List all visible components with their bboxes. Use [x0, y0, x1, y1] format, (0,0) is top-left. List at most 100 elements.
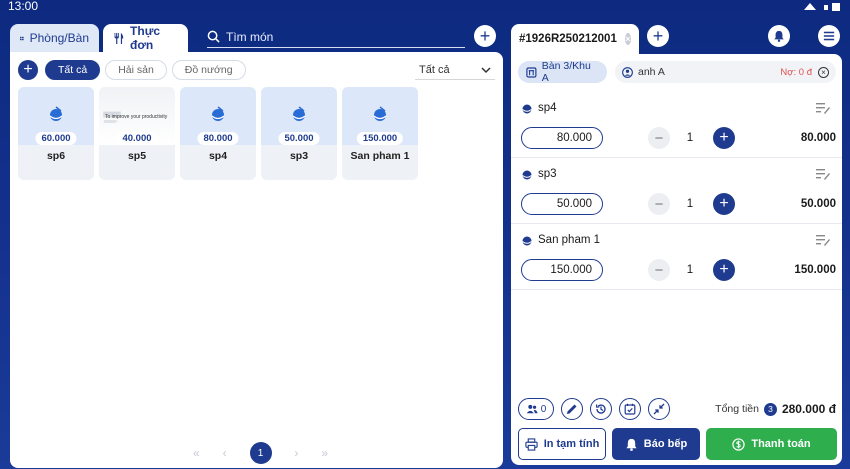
menu-item-card[interactable]: 60.000 sp6: [18, 87, 94, 180]
kitchen-label: Báo bếp: [643, 438, 688, 450]
page-next-button[interactable]: ›: [294, 446, 298, 460]
increase-qty-button[interactable]: +: [713, 193, 735, 215]
tab-menu-label: Thực đơn: [130, 24, 161, 52]
order-actions: In tạm tính Báo bếp Thanh toán: [518, 428, 837, 460]
tab-menu[interactable]: Thực đơn: [103, 24, 188, 52]
bell-icon: [626, 438, 637, 451]
tab-rooms-tables-label: Phòng/Bàn: [29, 31, 89, 45]
search-input[interactable]: Tìm món: [207, 26, 465, 48]
page-first-button[interactable]: «: [193, 446, 200, 460]
item-price: 40.000: [116, 132, 158, 145]
item-count-badge: 3: [763, 402, 777, 416]
increase-qty-button[interactable]: +: [713, 127, 735, 149]
notification-button[interactable]: [768, 25, 790, 47]
line-price-input[interactable]: 50.000: [521, 193, 603, 215]
dish-icon: [522, 170, 532, 180]
clear-customer-icon[interactable]: ×: [818, 66, 829, 78]
table-selector[interactable]: Bàn 3/Khu A: [518, 60, 607, 84]
table-label: Bàn 3/Khu A: [541, 60, 591, 84]
menu-item-card[interactable]: To improve your productivity 40.000 sp5: [99, 87, 175, 180]
pay-label: Thanh toán: [751, 438, 811, 450]
order-panel: Bàn 3/Khu A anh A Nợ: 0 đ × sp4 80.000 −…: [511, 54, 842, 465]
order-line: San pham 1 150.000 − 1 + 150.000: [511, 224, 842, 290]
order-line: sp3 50.000 − 1 + 50.000: [511, 158, 842, 224]
menu-item-card[interactable]: 50.000 sp3: [261, 87, 337, 180]
guest-count-button[interactable]: 0: [518, 398, 554, 420]
tab-rooms-tables[interactable]: Phòng/Bàn: [10, 24, 99, 52]
note-icon[interactable]: [816, 102, 830, 114]
pay-button[interactable]: Thanh toán: [706, 428, 837, 460]
order-line: sp4 80.000 − 1 + 80.000: [511, 92, 842, 158]
printer-icon: [525, 437, 538, 451]
print-provisional-button[interactable]: In tạm tính: [518, 428, 606, 460]
filter-dropdown[interactable]: Tất cả: [415, 60, 495, 80]
line-qty: 1: [686, 132, 694, 144]
history-icon: [595, 404, 606, 414]
menu-item-card[interactable]: 150.000 San pham 1: [342, 87, 418, 180]
note-icon[interactable]: [816, 168, 830, 180]
grid-icon: [20, 36, 24, 40]
menu-panel: + Tất cả Hải sản Đồ nướng Tất cả 60.000 …: [10, 52, 503, 468]
add-item-button[interactable]: +: [18, 60, 38, 80]
category-grill[interactable]: Đồ nướng: [171, 60, 246, 80]
dish-icon: [211, 106, 225, 121]
close-order-icon[interactable]: ×: [624, 33, 631, 45]
dish-icon: [522, 104, 532, 114]
hamburger-icon: [823, 31, 835, 41]
customer-selector[interactable]: anh A Nợ: 0 đ ×: [615, 61, 836, 83]
customer-debt: Nợ: 0 đ: [780, 66, 812, 78]
line-name-row: sp3: [521, 168, 557, 180]
menu-button[interactable]: [818, 25, 840, 47]
user-icon: [622, 66, 633, 78]
page-last-button[interactable]: »: [321, 446, 328, 460]
line-total: 50.000: [800, 198, 836, 210]
item-name: sp4: [208, 150, 228, 162]
line-total: 80.000: [800, 132, 836, 144]
chevron-down-icon: [481, 66, 491, 73]
order-tools: 0: [518, 398, 670, 420]
decrease-qty-button[interactable]: −: [648, 259, 670, 281]
line-item-name: sp3: [538, 168, 557, 180]
dish-icon: [522, 236, 532, 246]
customer-name: anh A: [638, 66, 665, 78]
category-all[interactable]: Tất cả: [45, 60, 101, 80]
history-button[interactable]: [590, 398, 612, 420]
line-price-input[interactable]: 150.000: [521, 259, 603, 281]
order-tab[interactable]: #1926R250212001 ×: [511, 24, 639, 54]
decrease-qty-button[interactable]: −: [648, 127, 670, 149]
people-icon: [526, 404, 538, 414]
notify-kitchen-button[interactable]: Báo bếp: [612, 428, 700, 460]
print-label: In tạm tính: [543, 438, 600, 450]
item-price: 50.000: [278, 132, 320, 145]
pagination: « ‹ 1 › »: [193, 442, 328, 464]
edit-order-button[interactable]: [561, 398, 583, 420]
item-name: San pham 1: [350, 150, 410, 162]
fork-knife-icon: [114, 32, 124, 44]
increase-qty-button[interactable]: +: [713, 259, 735, 281]
new-order-button[interactable]: +: [647, 25, 669, 47]
order-info: Bàn 3/Khu A anh A Nợ: 0 đ ×: [518, 60, 836, 84]
dish-icon: [292, 106, 306, 121]
decrease-qty-button[interactable]: −: [648, 193, 670, 215]
guest-count: 0: [540, 403, 547, 415]
add-order-button[interactable]: +: [474, 25, 496, 47]
system-status-icons: [804, 3, 840, 11]
page-prev-button[interactable]: ‹: [223, 446, 227, 460]
line-price-input[interactable]: 80.000: [521, 127, 603, 149]
line-total: 150.000: [794, 264, 836, 276]
item-name: sp5: [127, 150, 147, 162]
line-qty: 1: [686, 264, 694, 276]
search-icon: [207, 30, 220, 43]
dish-icon: [373, 106, 387, 121]
menu-item-card[interactable]: 80.000 sp4: [180, 87, 256, 180]
photo-caption: To improve your productivity: [105, 114, 168, 120]
reserve-button[interactable]: [619, 398, 641, 420]
calendar-check-icon: [624, 403, 636, 415]
note-icon[interactable]: [816, 234, 830, 246]
line-name-row: San pham 1: [521, 234, 600, 246]
menu-grid: 60.000 sp6 To improve your productivity …: [18, 87, 418, 180]
line-item-name: sp4: [538, 102, 557, 114]
page-current[interactable]: 1: [249, 442, 272, 464]
merge-split-button[interactable]: [648, 398, 670, 420]
category-seafood[interactable]: Hải sản: [105, 60, 167, 80]
